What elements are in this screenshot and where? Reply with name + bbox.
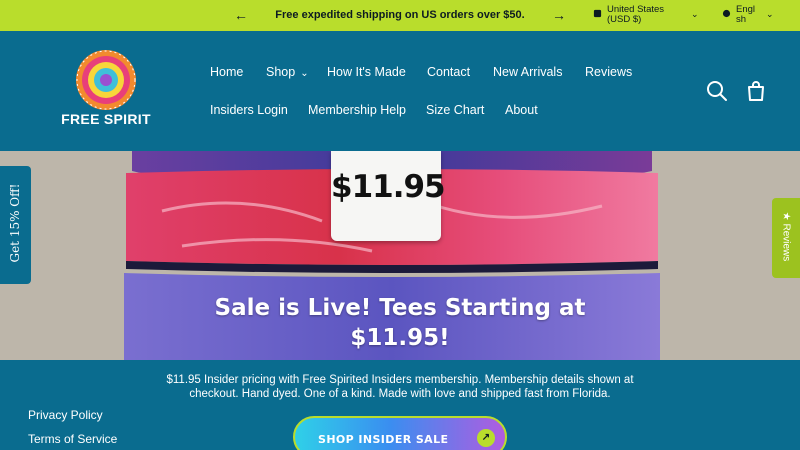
nav-membership-help[interactable]: Membership Help [308, 103, 406, 117]
arrow-left-icon[interactable]: ← [233, 7, 249, 23]
site-header: FREE SPIRIT Home Shop ⌄ How It's Made Con… [0, 31, 800, 151]
price-tag-text: $11.95 [331, 169, 446, 205]
country-selector[interactable]: United States (USD $) ⌄ [593, 5, 703, 27]
chevron-down-icon: ⌄ [691, 9, 699, 19]
arrow-right-icon[interactable]: → [551, 7, 567, 23]
promo-section: $11.95 Insider pricing with Free Spirite… [0, 360, 800, 450]
reviews-tab[interactable]: ★ Reviews [772, 198, 800, 278]
promo-description: $11.95 Insider pricing with Free Spirite… [166, 374, 634, 400]
terms-of-service-link[interactable]: Terms of Service [28, 432, 117, 446]
discount-tab-label: Get 15% Off! [8, 183, 22, 263]
nav-how-its-made[interactable]: How It's Made [327, 65, 406, 79]
shopping-bag-icon[interactable] [745, 80, 767, 102]
nav-about[interactable]: About [505, 103, 538, 117]
discount-tab[interactable]: Get 15% Off! [0, 166, 31, 284]
announcement-bar: ← Free expedited shipping on US orders o… [0, 0, 800, 31]
nav-shop[interactable]: Shop ⌄ [266, 65, 309, 79]
nav-contact[interactable]: Contact [427, 65, 470, 79]
brand-logo[interactable]: FREE SPIRIT [56, 49, 156, 129]
language-selector[interactable]: Engl sh ⌄ [722, 5, 782, 27]
currency-icon [593, 9, 602, 18]
brand-name: FREE SPIRIT [61, 111, 151, 127]
hero-banner[interactable]: $11.95 Sale is Live! Tees Starting at $11… [0, 151, 800, 360]
chevron-down-icon: ⌄ [766, 9, 774, 19]
hero-title: Sale is Live! Tees Starting at $11.95! [214, 295, 586, 351]
nav-reviews[interactable]: Reviews [585, 65, 632, 79]
shop-insider-sale-button[interactable]: SHOP INSIDER SALE ↗ [293, 416, 507, 450]
chevron-down-icon: ⌄ [300, 68, 309, 79]
mandala-logo-icon [76, 50, 136, 110]
nav-new-arrivals[interactable]: New Arrivals [493, 65, 562, 79]
globe-icon [722, 9, 731, 18]
language-label: Engl sh [736, 4, 756, 25]
nav-size-chart[interactable]: Size Chart [426, 103, 484, 117]
arrow-up-right-icon: ↗ [477, 429, 495, 447]
announcement-message: Free expedited shipping on US orders ove… [275, 9, 525, 21]
price-tag: $11.95 [331, 151, 446, 241]
search-icon[interactable] [706, 80, 728, 102]
nav-home[interactable]: Home [210, 65, 243, 79]
privacy-policy-link[interactable]: Privacy Policy [28, 408, 103, 422]
nav-insiders-login[interactable]: Insiders Login [210, 103, 288, 117]
country-label: United States (USD $) [607, 4, 665, 25]
reviews-tab-label: ★ Reviews [780, 211, 792, 262]
page: ← Free expedited shipping on US orders o… [0, 0, 800, 450]
cta-label: SHOP INSIDER SALE [318, 433, 449, 446]
